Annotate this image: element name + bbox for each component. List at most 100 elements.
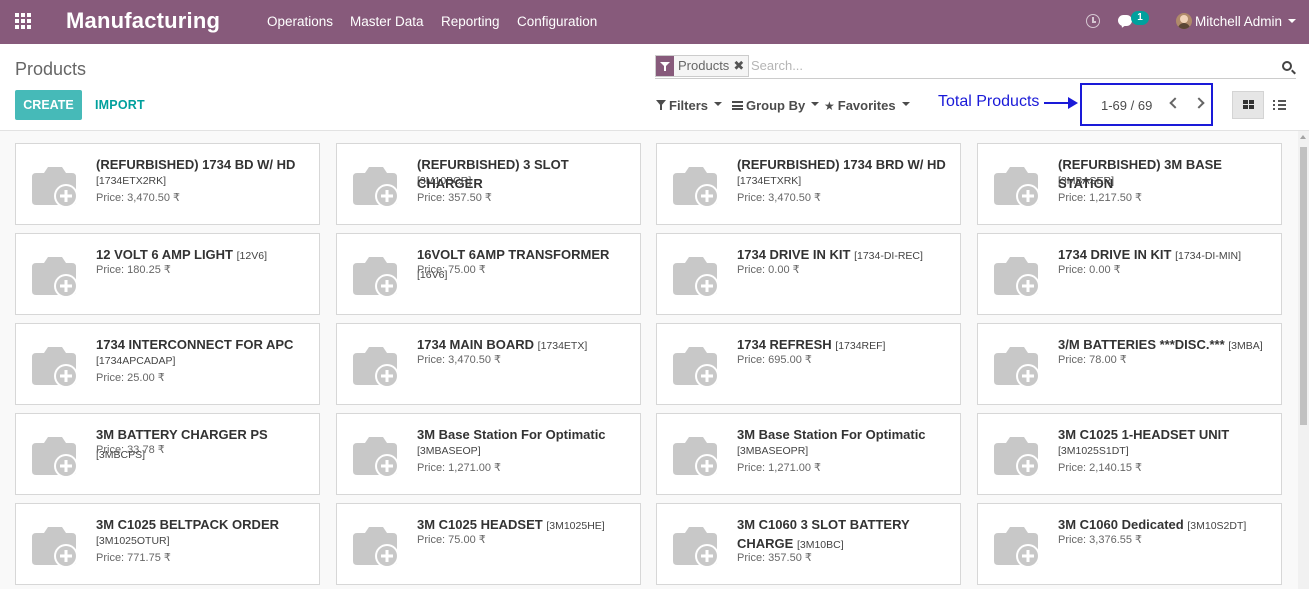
- pager-value[interactable]: 1-69 / 69: [1101, 98, 1152, 113]
- product-name-text: 3M C1060 Dedicated: [1058, 517, 1184, 532]
- import-button[interactable]: IMPORT: [95, 98, 145, 112]
- chat-icon[interactable]: [1118, 15, 1132, 26]
- camera-placeholder-icon: [992, 523, 1044, 569]
- product-reference: [1734APCADAP]: [96, 355, 176, 367]
- product-card[interactable]: 16VOLT 6AMP TRANSFORMER [16V6] Price: 75.…: [336, 233, 641, 315]
- product-price: Price: 25.00 ₹: [96, 372, 165, 384]
- product-price: Price: 75.00 ₹: [417, 534, 486, 546]
- product-name-text: 3/M BATTERIES ***DISC.***: [1058, 337, 1225, 352]
- close-icon[interactable]: ✖: [733, 56, 748, 76]
- product-card[interactable]: 3M C1060 Dedicated [3M10S2DT] Price: 3,37…: [977, 503, 1282, 585]
- app-title[interactable]: Manufacturing: [66, 8, 220, 34]
- product-card[interactable]: 3M C1025 HEADSET [3M1025HE] Price: 75.00 …: [336, 503, 641, 585]
- product-card[interactable]: 3M Base Station For Optimatic [3MBASEOP] P…: [336, 413, 641, 495]
- product-name-text: 12 VOLT 6 AMP LIGHT: [96, 247, 234, 262]
- camera-placeholder-icon: [992, 343, 1044, 389]
- kanban-icon: [1243, 100, 1254, 110]
- search-icon[interactable]: [1282, 61, 1292, 71]
- product-name-text: 3M C1025 HEADSET: [417, 517, 543, 532]
- product-price: Price: 1,271.00 ₹: [737, 462, 822, 474]
- menu-master-data[interactable]: Master Data: [350, 14, 424, 29]
- avatar[interactable]: [1176, 13, 1192, 29]
- product-card[interactable]: 1734 DRIVE IN KIT [1734-DI-MIN] Price: 0.…: [977, 233, 1282, 315]
- product-reference: [1734REF]: [835, 340, 886, 352]
- user-menu[interactable]: Mitchell Admin: [1195, 14, 1282, 29]
- product-name-text: 1734 MAIN BOARD: [417, 337, 535, 352]
- scrollbar-thumb[interactable]: [1300, 147, 1307, 425]
- filters-dropdown[interactable]: Filters: [656, 98, 723, 113]
- group-by-icon: [732, 101, 743, 110]
- menu-reporting[interactable]: Reporting: [441, 14, 500, 29]
- product-name-text: 3M Base Station For Optimatic: [737, 427, 926, 442]
- list-icon: [1273, 100, 1286, 112]
- camera-placeholder-icon: [351, 253, 403, 299]
- camera-placeholder-icon: [30, 433, 82, 479]
- camera-placeholder-icon: [351, 163, 403, 209]
- scrollbar[interactable]: [1298, 131, 1309, 589]
- caret-down-icon: [901, 102, 910, 106]
- scroll-up-arrow[interactable]: [1300, 135, 1306, 139]
- group-by-label: Group By: [746, 98, 806, 113]
- chat-count-badge: 1: [1131, 11, 1149, 25]
- product-reference: [3M10BCR]: [417, 175, 472, 187]
- camera-placeholder-icon: [351, 523, 403, 569]
- product-name: 3M Base Station For Optimatic: [737, 425, 952, 444]
- create-button[interactable]: CREATE: [15, 90, 82, 120]
- product-reference: [3MBASEOPR]: [737, 445, 809, 457]
- product-card[interactable]: 3M BATTERY CHARGER PS [3MBCPS] Price: 33.…: [15, 413, 320, 495]
- list-view-button[interactable]: [1266, 91, 1294, 119]
- activity-clock-icon[interactable]: [1086, 14, 1100, 28]
- product-name: 3M Base Station For Optimatic: [417, 425, 632, 444]
- caret-down-icon: [811, 102, 820, 106]
- product-name-text: 3M Base Station For Optimatic: [417, 427, 606, 442]
- product-name-text: 3M C1025 1-HEADSET UNIT: [1058, 427, 1230, 442]
- product-card[interactable]: (REFURBISHED) 1734 BD W/ HD [1734ETX2RK] P…: [15, 143, 320, 225]
- camera-placeholder-icon: [351, 433, 403, 479]
- product-reference: [1734-DI-REC]: [854, 250, 923, 262]
- product-card[interactable]: 3M Base Station For Optimatic [3MBASEOPR]…: [656, 413, 961, 495]
- search-bar: Products ✖: [655, 55, 1296, 79]
- product-card[interactable]: 3/M BATTERIES ***DISC.*** [3MBA] Price: 7…: [977, 323, 1282, 405]
- camera-placeholder-icon: [992, 163, 1044, 209]
- product-card[interactable]: 1734 DRIVE IN KIT [1734-DI-REC] Price: 0.…: [656, 233, 961, 315]
- favorites-dropdown[interactable]: ★ Favorites: [824, 98, 910, 113]
- camera-placeholder-icon: [30, 523, 82, 569]
- product-name-text: 1734 REFRESH: [737, 337, 832, 352]
- product-reference: [1734ETXRK]: [737, 175, 802, 187]
- product-price: Price: 180.25 ₹: [96, 264, 171, 276]
- product-card[interactable]: 1734 INTERCONNECT FOR APC [1734APCADAP] Pr…: [15, 323, 320, 405]
- product-name: (REFURBISHED) 3 SLOT CHARGER: [417, 155, 632, 193]
- apps-menu-icon[interactable]: [15, 13, 33, 31]
- filters-label: Filters: [669, 98, 709, 113]
- product-price: Price: 357.50 ₹: [737, 552, 812, 564]
- menu-configuration[interactable]: Configuration: [517, 14, 597, 29]
- product-reference: [3M10BC]: [796, 539, 844, 551]
- product-reference: [1734-DI-MIN]: [1175, 250, 1241, 262]
- product-card[interactable]: 3M C1025 BELTPACK ORDER [3M1025OTUR] Price…: [15, 503, 320, 585]
- product-card[interactable]: 12 VOLT 6 AMP LIGHT [12V6] Price: 180.25 …: [15, 233, 320, 315]
- star-icon: ★: [824, 98, 835, 113]
- product-card[interactable]: (REFURBISHED) 3M BASE STATION [3MBASER] Pr…: [977, 143, 1282, 225]
- camera-placeholder-icon: [992, 253, 1044, 299]
- product-card[interactable]: 1734 MAIN BOARD [1734ETX] Price: 3,470.50…: [336, 323, 641, 405]
- product-reference: [1734ETX]: [537, 340, 588, 352]
- product-card[interactable]: 3M C1025 1-HEADSET UNIT [3M1025S1DT] Price…: [977, 413, 1282, 495]
- camera-placeholder-icon: [30, 163, 82, 209]
- group-by-dropdown[interactable]: Group By: [732, 98, 820, 113]
- facet-label: Products: [678, 58, 730, 73]
- product-reference: [3MBA]: [1228, 340, 1263, 352]
- product-card[interactable]: (REFURBISHED) 1734 BRD W/ HD [1734ETXRK] P…: [656, 143, 961, 225]
- product-card[interactable]: (REFURBISHED) 3 SLOT CHARGER [3M10BCR] Pri…: [336, 143, 641, 225]
- search-input[interactable]: [751, 58, 1251, 73]
- product-name-text: 1734 DRIVE IN KIT: [737, 247, 851, 262]
- product-reference: [3MBASEOP]: [417, 445, 481, 457]
- caret-down-icon[interactable]: [1288, 19, 1296, 23]
- product-name: 3M C1025 BELTPACK ORDER: [96, 515, 311, 534]
- filter-facet-icon: [656, 56, 674, 76]
- menu-operations[interactable]: Operations: [267, 14, 333, 29]
- camera-placeholder-icon: [671, 433, 723, 479]
- kanban-view-button[interactable]: [1232, 91, 1264, 119]
- product-card[interactable]: 1734 REFRESH [1734REF] Price: 695.00 ₹: [656, 323, 961, 405]
- product-card[interactable]: 3M C1060 3 SLOT BATTERY CHARGE [3M10BC] P…: [656, 503, 961, 585]
- product-price: Price: 1,271.00 ₹: [417, 462, 502, 474]
